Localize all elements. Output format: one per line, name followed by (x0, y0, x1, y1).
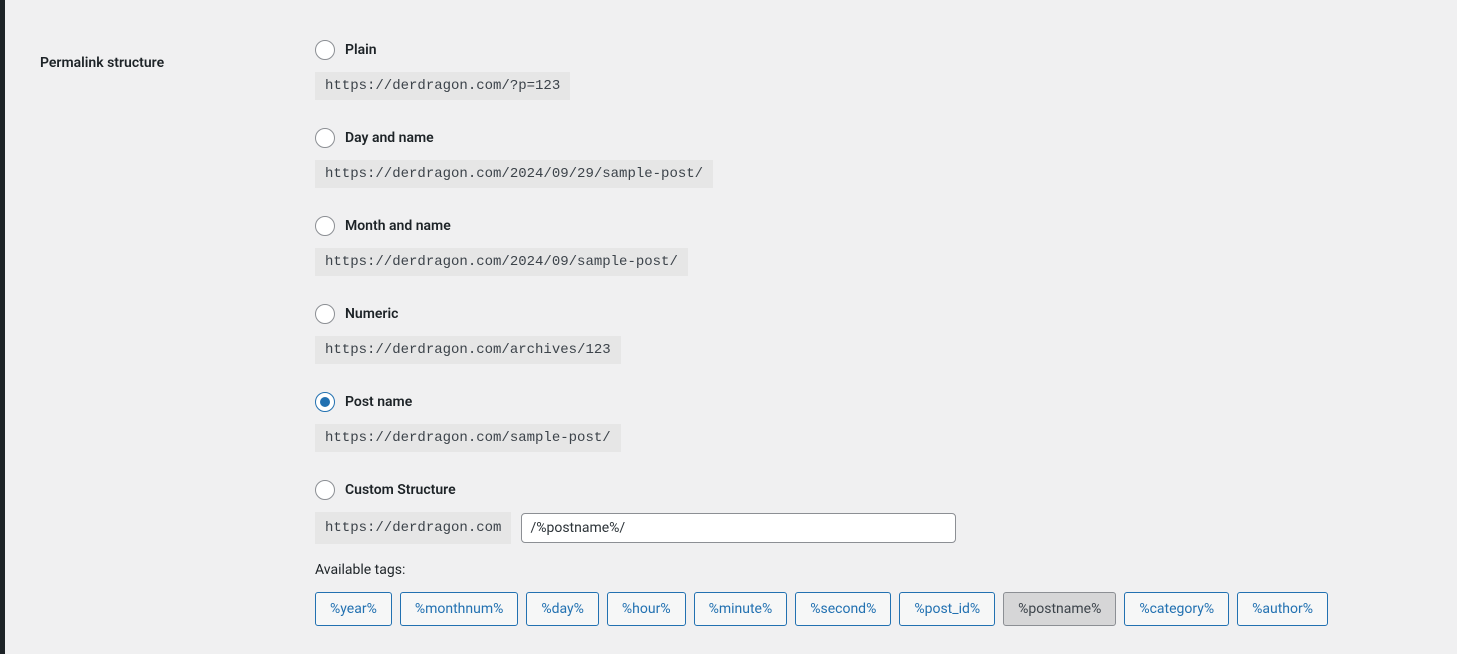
tag-button[interactable]: %day% (526, 592, 599, 626)
permalink-settings-page: Permalink structure Plain https://derdra… (0, 0, 1457, 654)
radio-numeric[interactable] (315, 304, 335, 324)
option-plain: Plain https://derdragon.com/?p=123 (315, 40, 1427, 100)
option-numeric: Numeric https://derdragon.com/archives/1… (315, 304, 1427, 364)
radio-month-name[interactable] (315, 216, 335, 236)
tag-button[interactable]: %minute% (694, 592, 788, 626)
custom-structure-row: https://derdragon.com (315, 512, 1427, 544)
option-post-name: Post name https://derdragon.com/sample-p… (315, 392, 1427, 452)
example-url: https://derdragon.com/2024/09/sample-pos… (315, 248, 688, 276)
tag-button[interactable]: %postname% (1003, 592, 1116, 626)
radio-row: Plain (315, 40, 1427, 60)
radio-day-name[interactable] (315, 128, 335, 148)
tag-button[interactable]: %post_id% (899, 592, 995, 626)
tags-row: %year%%monthnum%%day%%hour%%minute%%seco… (315, 592, 1427, 626)
example-url: https://derdragon.com/archives/123 (315, 336, 621, 364)
option-label[interactable]: Custom Structure (345, 482, 456, 498)
tag-button[interactable]: %hour% (607, 592, 686, 626)
tag-button[interactable]: %monthnum% (400, 592, 519, 626)
section-label: Permalink structure (40, 40, 315, 71)
option-month-name: Month and name https://derdragon.com/202… (315, 216, 1427, 276)
option-label[interactable]: Month and name (345, 218, 451, 234)
options-container: Plain https://derdragon.com/?p=123 Day a… (315, 40, 1457, 654)
example-url: https://derdragon.com/?p=123 (315, 72, 570, 100)
form-row: Permalink structure Plain https://derdra… (5, 40, 1457, 654)
option-label[interactable]: Day and name (345, 130, 434, 146)
tag-button[interactable]: %category% (1124, 592, 1229, 626)
tag-button[interactable]: %second% (795, 592, 891, 626)
radio-row: Post name (315, 392, 1427, 412)
radio-row: Custom Structure (315, 480, 1427, 500)
option-custom: Custom Structure https://derdragon.com A… (315, 480, 1427, 626)
custom-structure-input[interactable] (521, 513, 956, 543)
option-day-name: Day and name https://derdragon.com/2024/… (315, 128, 1427, 188)
tag-button[interactable]: %year% (315, 592, 392, 626)
radio-plain[interactable] (315, 40, 335, 60)
radio-row: Day and name (315, 128, 1427, 148)
radio-row: Month and name (315, 216, 1427, 236)
available-tags-label: Available tags: (315, 562, 1427, 578)
radio-custom[interactable] (315, 480, 335, 500)
example-url: https://derdragon.com/sample-post/ (315, 424, 621, 452)
radio-post-name[interactable] (315, 392, 335, 412)
url-prefix: https://derdragon.com (315, 512, 511, 544)
option-label[interactable]: Plain (345, 42, 377, 58)
radio-row: Numeric (315, 304, 1427, 324)
example-url: https://derdragon.com/2024/09/29/sample-… (315, 160, 713, 188)
option-label[interactable]: Post name (345, 394, 412, 410)
option-label[interactable]: Numeric (345, 306, 398, 322)
tag-button[interactable]: %author% (1237, 592, 1328, 626)
